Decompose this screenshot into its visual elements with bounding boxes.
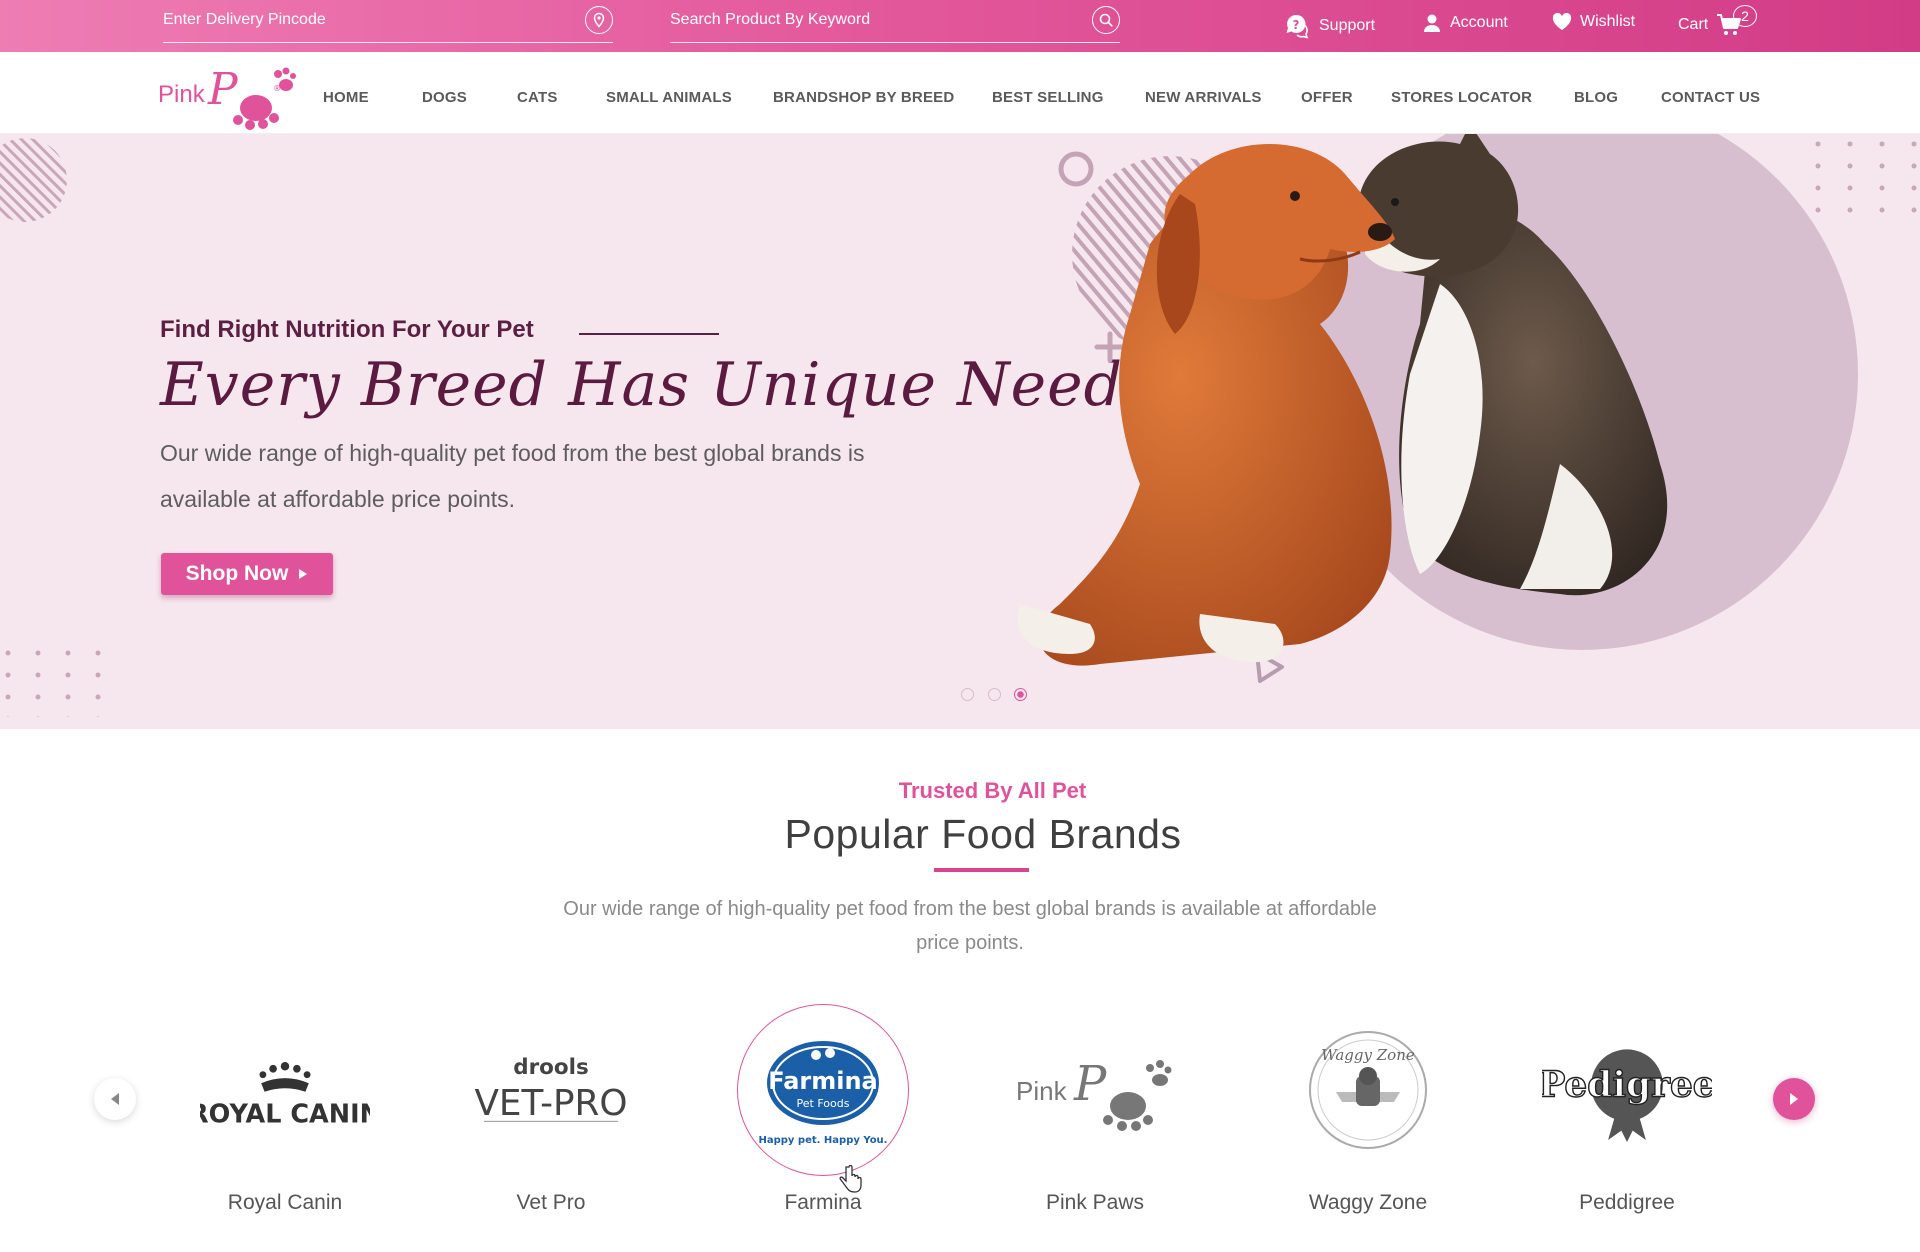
wishlist-label: Wishlist [1580,13,1636,30]
brand-name: Royal Canin [227,1191,343,1214]
carousel-next-button[interactable] [1773,1078,1815,1120]
user-icon [1424,14,1440,32]
nav-dogs[interactable]: DOGS [422,89,467,106]
svg-text:P: P [1073,1056,1107,1112]
brand-royal-canin[interactable]: ROYAL CANIN Royal Canin [170,1005,390,1235]
carousel-prev-button[interactable] [94,1078,136,1120]
nav-blog[interactable]: BLOG [1574,89,1618,106]
slider-dot-3-active[interactable] [1014,688,1027,701]
nav-new-arrivals[interactable]: NEW ARRIVALS [1145,89,1262,106]
cart-count-badge: 2 [1733,5,1757,27]
search-input[interactable] [670,8,1120,32]
pinkpaws-logo[interactable]: Pink P ® [158,58,298,130]
svg-text:Pedigree: Pedigree [1542,1064,1712,1106]
brands-title-underline [934,868,1029,872]
support-icon: ? [1286,14,1309,39]
brand-name: Farmina [784,1191,862,1214]
dog-and-cat-illustration [1017,134,1858,683]
waggy-zone-logo: Waggy Zone [1283,1005,1453,1175]
brand-farmina[interactable]: Farmina Pet Foods Happy pet. Happy You. … [708,1005,928,1235]
svg-text:Pink: Pink [158,81,206,108]
brand-name: Waggy Zone [1308,1191,1428,1214]
brand-pink-paws[interactable]: Pink P Pink Paws [980,1005,1200,1235]
slider-dot-1[interactable] [961,688,974,701]
chevron-right-icon [1790,1093,1798,1105]
hero-description: Our wide range of high-quality pet food … [160,440,865,512]
main-nav: Pink P ® HOME DOGS CATS SMALL ANIMALS BR… [0,52,1920,134]
top-bar: ? Support Account Wishlist Cart 2 [0,0,1920,52]
pincode-input[interactable] [163,8,613,32]
nav-offer[interactable]: OFFER [1301,89,1353,106]
svg-text:Pink: Pink [1016,1076,1068,1106]
location-pin-icon[interactable] [585,6,613,34]
brand-waggy-zone[interactable]: Waggy Zone Waggy Zone [1253,1005,1473,1235]
svg-text:ROYAL CANIN: ROYAL CANIN [200,1099,370,1129]
nav-best-selling[interactable]: BEST SELLING [992,89,1104,106]
brand-name: Peddigree [1579,1191,1675,1214]
brand-vet-pro[interactable]: drools VET-PRO Vet Pro [436,1005,656,1235]
pincode-field[interactable] [163,0,613,43]
svg-text:VET-PRO: VET-PRO [474,1083,627,1124]
chevron-left-icon [111,1093,119,1105]
svg-text:Pet Foods: Pet Foods [797,1097,850,1110]
support-label: Support [1319,17,1376,34]
nav-home[interactable]: HOME [323,89,369,106]
nav-contact-us[interactable]: CONTACT US [1661,89,1760,106]
striped-circle-decor [0,138,67,222]
nav-cats[interactable]: CATS [517,89,558,106]
wishlist-link[interactable]: Wishlist [1552,13,1635,31]
svg-text:drools: drools [513,1055,589,1080]
hero-banner: Find Right Nutrition For Your Pet Every … [0,134,1920,729]
brand-name: Vet Pro [516,1191,586,1214]
farmina-logo: Farmina Pet Foods Happy pet. Happy You. [738,1005,908,1175]
vet-pro-logo: drools VET-PRO [466,1005,636,1175]
slider-dot-2[interactable] [988,688,1001,701]
svg-text:P: P [207,64,239,115]
cart-label: Cart [1678,16,1709,33]
play-arrow-icon [299,569,308,579]
account-link[interactable]: Account [1422,13,1508,33]
brand-name: Pink Paws [1045,1191,1145,1214]
brands-kicker: Trusted By All Pet [898,778,1087,803]
hero-kicker-line [579,333,719,335]
shop-now-button[interactable]: Shop Now [161,553,333,595]
brands-description: Our wide range of high-quality pet food … [563,898,1377,954]
svg-text:Farmina: Farmina [768,1067,878,1095]
heart-icon [1552,13,1572,30]
svg-text:Waggy Zone: Waggy Zone [1321,1046,1415,1064]
brands-title: Popular Food Brands [784,811,1182,857]
account-label: Account [1450,14,1508,31]
svg-text:®: ® [273,84,281,93]
search-icon[interactable] [1092,6,1120,34]
brand-pedigree[interactable]: Pedigree Peddigree [1512,1005,1732,1235]
pink-paws-logo-grey: Pink P [1010,1005,1180,1175]
svg-text:?: ? [1293,18,1300,32]
pedigree-logo: Pedigree [1542,1005,1712,1175]
svg-text:Happy pet. Happy You.: Happy pet. Happy You. [759,1135,888,1146]
dots-decor [5,650,101,717]
nav-stores-locator[interactable]: STORES LOCATOR [1391,89,1532,106]
nav-brandshop-by-breed[interactable]: BRANDSHOP BY BREED [773,89,954,106]
shop-now-label: Shop Now [185,562,289,585]
hand-cursor-icon [839,1165,862,1193]
royal-canin-logo: ROYAL CANIN [200,1005,370,1175]
hero-kicker: Find Right Nutrition For Your Pet [160,316,534,343]
nav-small-animals[interactable]: SMALL ANIMALS [606,89,732,106]
support-link[interactable]: ? Support [1285,13,1375,39]
search-field[interactable] [670,0,1120,43]
